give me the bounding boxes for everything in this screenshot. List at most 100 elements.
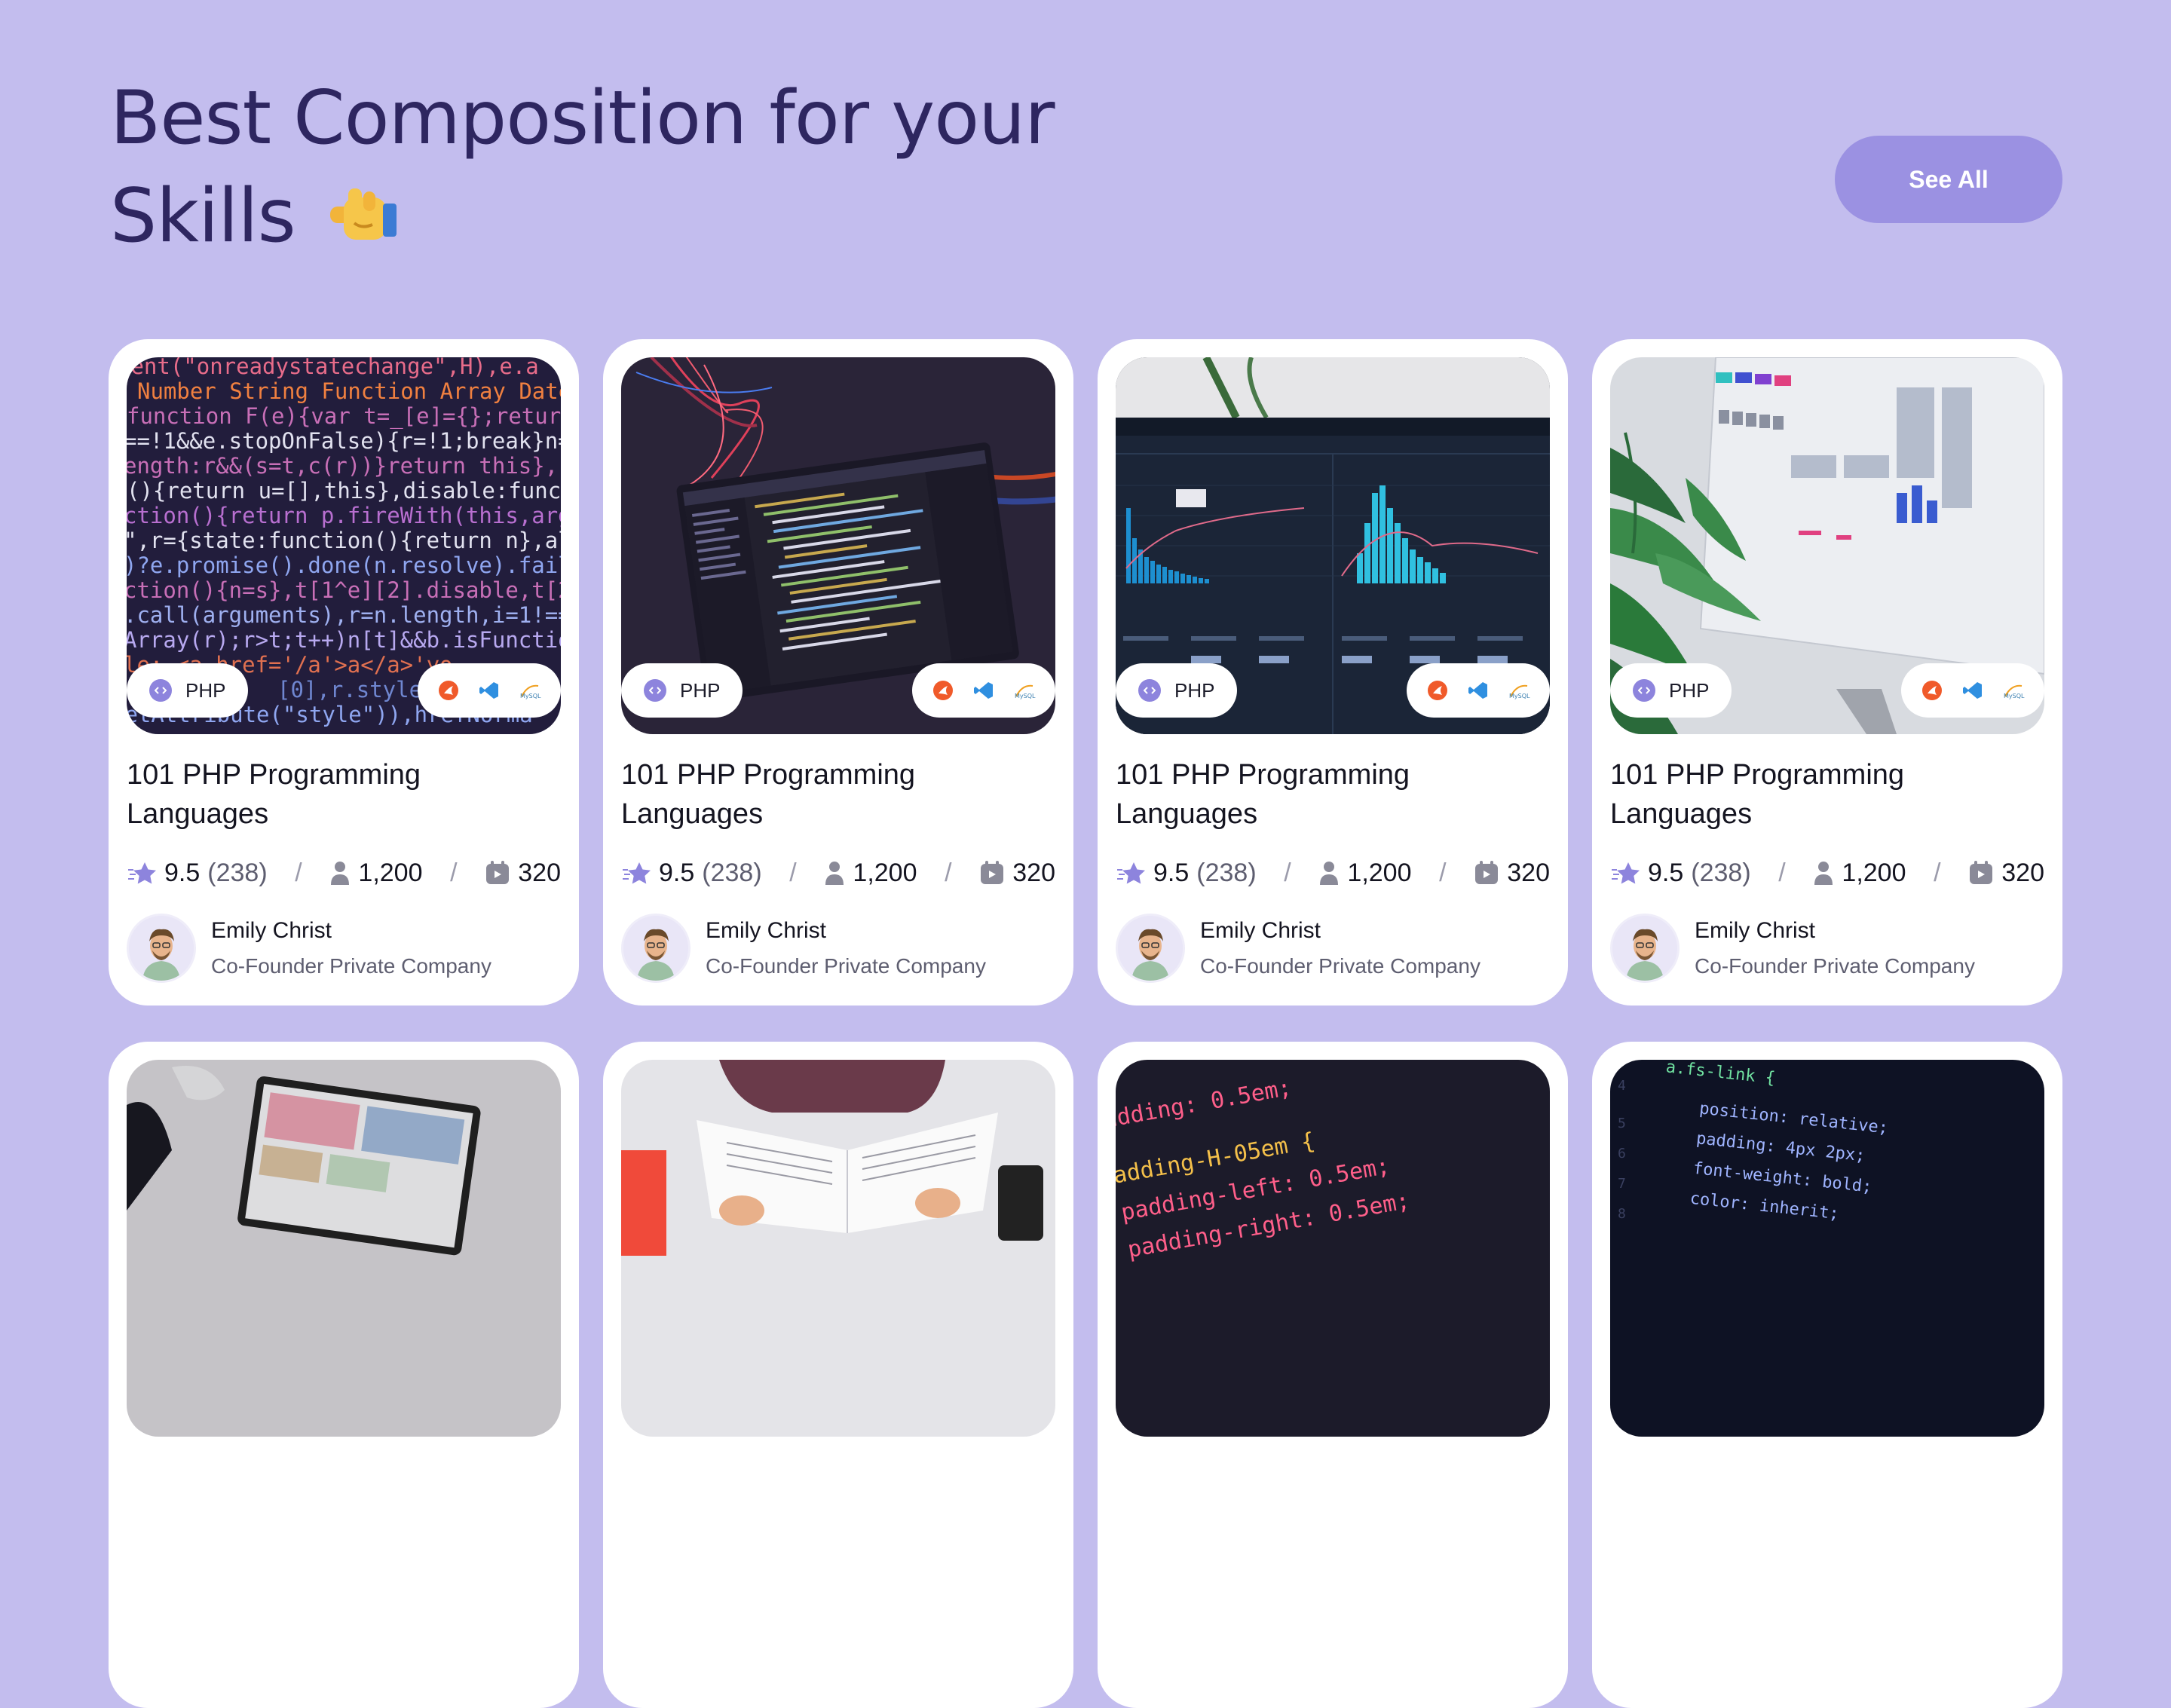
author-role: Co-Founder Private Company <box>706 954 986 978</box>
svg-text:5: 5 <box>1618 1116 1626 1131</box>
laptop-desk-image <box>127 1060 561 1437</box>
svg-text:MySQL: MySQL <box>1015 693 1036 699</box>
language-badge[interactable]: PHP <box>1116 663 1238 718</box>
course-title[interactable]: 101 PHP Programming Languages <box>1610 755 2032 834</box>
code-line: (){return u=[],this},disable:funct <box>127 478 561 504</box>
language-badge[interactable]: PHP <box>127 663 249 718</box>
book-reading-image <box>621 1060 1055 1437</box>
php-code-icon <box>1633 679 1655 702</box>
author[interactable]: Emily Christ Co-Founder Private Company <box>127 914 561 986</box>
tools-badge[interactable]: MySQL <box>912 663 1055 718</box>
lessons-count: 320 <box>1507 858 1550 887</box>
review-count: (238) <box>1691 858 1751 887</box>
lesson-icon <box>1475 861 1499 884</box>
php-code-icon <box>1138 679 1161 702</box>
course-card[interactable]: PHP MySQL 101 PHP Programming Languages … <box>603 339 1073 1006</box>
course-stats: 9.5 (238) / 1,200 / 320 <box>621 855 1055 891</box>
code-line: ction(){return p.fireWith(this,arg <box>127 503 561 528</box>
author[interactable]: Emily Christ Co-Founder Private Company <box>1610 914 2044 986</box>
see-all-button[interactable]: See All <box>1835 136 2062 223</box>
author-name: Emily Christ <box>706 918 827 943</box>
user-icon <box>1320 862 1339 885</box>
swift-icon <box>1426 679 1449 702</box>
lesson-icon <box>1970 861 1993 884</box>
code-line: function F(e){var t=_[e]={};return <box>127 403 561 430</box>
vscode-icon <box>478 679 501 702</box>
course-title[interactable]: 101 PHP Programming Languages <box>127 755 549 834</box>
lessons-count: 320 <box>2001 858 2044 887</box>
course-thumbnail: a.fs-link { position: relative; padding:… <box>1610 1060 2044 1437</box>
rating-value: 9.5 <box>164 858 201 887</box>
students-count: 1,200 <box>1842 858 1906 887</box>
course-card[interactable]: a.fs-link { position: relative; padding:… <box>1592 1042 2062 1708</box>
review-count: (238) <box>702 858 762 887</box>
vscode-icon <box>1961 679 1984 702</box>
rating-value: 9.5 <box>659 858 695 887</box>
language-label: PHP <box>185 678 226 702</box>
user-icon <box>825 862 844 885</box>
php-code-icon <box>644 679 666 702</box>
code-line: vent("onreadystatechange",H),e.a <box>127 357 539 379</box>
course-card[interactable] <box>603 1042 1073 1708</box>
course-stats: 9.5 (238) / 1,200 / 320 <box>1610 855 2044 891</box>
course-title[interactable]: 101 PHP Programming Languages <box>621 755 1043 834</box>
author[interactable]: Emily Christ Co-Founder Private Company <box>1116 914 1550 986</box>
language-badge[interactable]: PHP <box>1610 663 1732 718</box>
tools-badge[interactable]: MySQL <box>1901 663 2044 718</box>
students-count: 1,200 <box>853 858 917 887</box>
code-line: .call(arguments),r=n.length,i=1!== <box>127 602 561 628</box>
pointing-hand-icon <box>329 188 397 240</box>
mysql-icon: MySQL <box>2002 679 2025 702</box>
author-name: Emily Christ <box>1695 918 1816 943</box>
language-label: PHP <box>1669 678 1710 702</box>
avatar <box>1116 914 1185 983</box>
title-line-1: Best Composition for your <box>110 75 1055 161</box>
students-count: 1,200 <box>358 858 423 887</box>
course-title[interactable]: 101 PHP Programming Languages <box>1116 755 1538 834</box>
vscode-icon <box>1467 679 1490 702</box>
star-icon <box>1117 862 1145 884</box>
vscode-icon <box>972 679 995 702</box>
author-name: Emily Christ <box>1200 918 1321 943</box>
rating-value: 9.5 <box>1153 858 1190 887</box>
course-card[interactable] <box>109 1042 579 1708</box>
code-line: ction(){n=s},t[1^e][2].disable,t[2 <box>127 577 561 603</box>
css-code-2-image: a.fs-link { position: relative; padding:… <box>1610 1060 2044 1437</box>
course-card[interactable]: PHP MySQL 101 PHP Programming Languages … <box>1592 339 2062 1006</box>
code-line: Array(r);r>t;t++)n[t]&&b.isFunctio <box>127 627 561 653</box>
code-line: )?e.promise().done(n.resolve).fail <box>127 552 561 578</box>
code-line: ==!1&&e.stopOnFalse){r=!1;break}n= <box>127 428 561 454</box>
author-role: Co-Founder Private Company <box>1695 954 1975 978</box>
svg-text:8: 8 <box>1618 1206 1626 1222</box>
tools-badge[interactable]: MySQL <box>1407 663 1550 718</box>
svg-text:MySQL: MySQL <box>520 693 541 699</box>
code-line: ength:r&&(s=t,c(r))}return this},r <box>127 453 561 479</box>
code-line: Number String Function Array Date <box>137 378 561 404</box>
title-line-2: Skills <box>110 173 296 259</box>
course-card[interactable]: PHP MySQL 101 PHP Programming Languages … <box>1098 339 1568 1006</box>
review-count: (238) <box>207 858 268 887</box>
course-card[interactable]: vent("onreadystatechange",H),e.a Number … <box>109 339 579 1006</box>
lesson-icon <box>981 861 1004 884</box>
star-icon <box>128 862 156 884</box>
css-code-image: padding: 0.5em; padding-H-05em { padding… <box>1116 1060 1550 1437</box>
course-card[interactable]: padding: 0.5em; padding-H-05em { padding… <box>1098 1042 1568 1708</box>
course-thumbnail: padding: 0.5em; padding-H-05em { padding… <box>1116 1060 1550 1437</box>
course-stats: 9.5 (238) / 1,200 / 320 <box>127 855 561 891</box>
language-badge[interactable]: PHP <box>621 663 743 718</box>
lessons-count: 320 <box>518 858 561 887</box>
avatar <box>127 914 196 983</box>
svg-text:MySQL: MySQL <box>2004 693 2025 699</box>
author[interactable]: Emily Christ Co-Founder Private Company <box>621 914 1055 986</box>
swift-icon <box>932 679 954 702</box>
page-title: Best Composition for your Skills <box>110 69 1090 265</box>
avatar <box>1610 914 1680 983</box>
swift-icon <box>437 679 460 702</box>
lesson-icon <box>486 861 510 884</box>
course-stats: 9.5 (238) / 1,200 / 320 <box>1116 855 1550 891</box>
students-count: 1,200 <box>1347 858 1412 887</box>
lessons-count: 320 <box>1012 858 1055 887</box>
svg-text:7: 7 <box>1618 1176 1626 1192</box>
svg-text:4: 4 <box>1618 1078 1626 1094</box>
tools-badge[interactable]: MySQL <box>418 663 561 718</box>
